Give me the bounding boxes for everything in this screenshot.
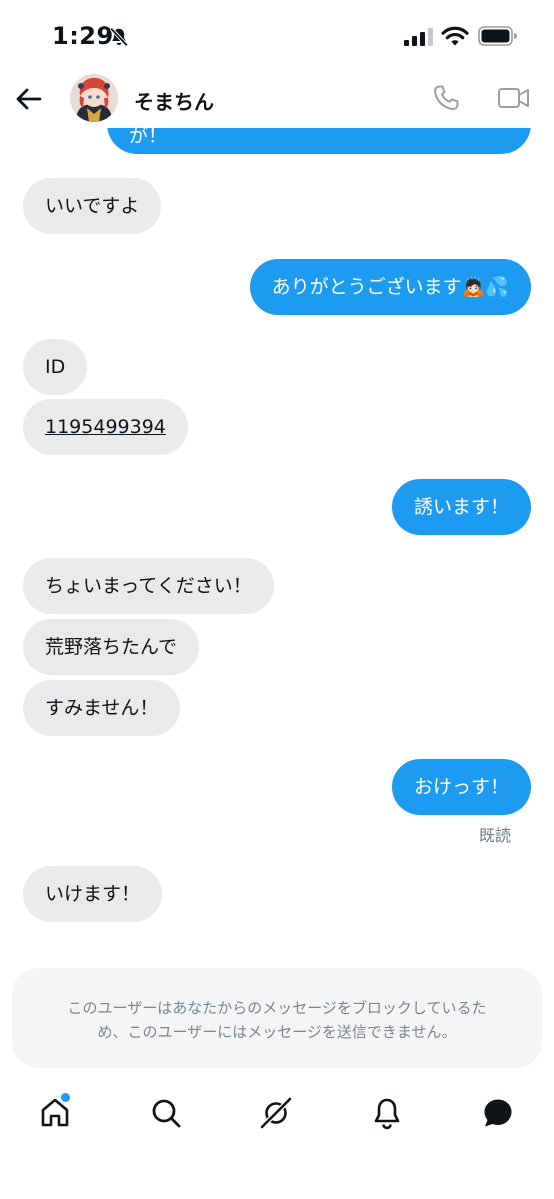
avatar-image [70, 74, 118, 122]
battery-icon [478, 26, 517, 46]
contact-name[interactable]: そまちん [134, 86, 214, 115]
message-text: いけます！ [45, 883, 141, 905]
bottom-navigation [0, 1082, 554, 1152]
message-list[interactable]: が！ いいですよ ありがとうございます🙇🏻💦 ID 1195499394 誘いま… [0, 128, 554, 958]
message-bubble-received[interactable]: 1195499394 [23, 399, 188, 455]
signal-icon [404, 28, 433, 46]
video-camera-icon[interactable] [497, 84, 531, 112]
message-text: 荒野落ちたんで [45, 636, 178, 658]
avatar[interactable] [70, 74, 118, 122]
search-icon[interactable] [149, 1096, 183, 1130]
home-notification-badge [61, 1093, 70, 1102]
grok-icon[interactable] [259, 1096, 293, 1130]
message-bubble-received[interactable]: いいですよ [23, 178, 162, 234]
message-text: ありがとうございます🙇🏻💦 [271, 276, 509, 298]
message-bubble-received[interactable]: ちょいまってください！ [23, 558, 274, 614]
message-bubble-sent[interactable]: ありがとうございます🙇🏻💦 [249, 259, 531, 315]
read-receipt: 既読 [478, 826, 511, 845]
wifi-icon [441, 26, 469, 46]
blocked-notice: このユーザーはあなたからのメッセージをブロックしているた め、このユーザーにはメ… [12, 968, 542, 1068]
message-text: が！ [129, 128, 168, 147]
status-bar: 1:29 [0, 0, 554, 72]
message-text: ちょいまってください！ [45, 575, 252, 597]
message-bubble-sent[interactable]: 誘います！ [391, 479, 531, 535]
bell-slash-icon [109, 27, 129, 47]
conversation-header: そまちん [0, 72, 554, 128]
message-link[interactable]: 1195499394 [45, 416, 166, 438]
message-bubble-received[interactable]: ID [23, 339, 88, 395]
message-text: 誘います！ [413, 496, 509, 518]
back-arrow-icon[interactable] [14, 84, 44, 114]
message-bubble-sent[interactable]: が！ [107, 128, 531, 154]
notifications-bell-icon[interactable] [370, 1096, 404, 1130]
message-bubble-received[interactable]: すみません！ [23, 680, 181, 736]
phone-icon[interactable] [431, 83, 461, 113]
message-bubble-received[interactable]: いけます！ [23, 866, 163, 922]
message-text: おけっす！ [413, 776, 509, 798]
message-bubble-received[interactable]: 荒野落ちたんで [23, 619, 200, 675]
message-text: ID [45, 356, 66, 378]
status-time: 1:29 [52, 22, 114, 50]
messages-icon[interactable] [481, 1096, 515, 1130]
message-text: すみません！ [45, 697, 159, 719]
message-bubble-sent[interactable]: おけっす！ [391, 759, 531, 815]
message-text: いいですよ [45, 195, 140, 217]
blocked-notice-text: このユーザーはあなたからのメッセージをブロックしているた め、このユーザーにはメ… [67, 999, 487, 1041]
